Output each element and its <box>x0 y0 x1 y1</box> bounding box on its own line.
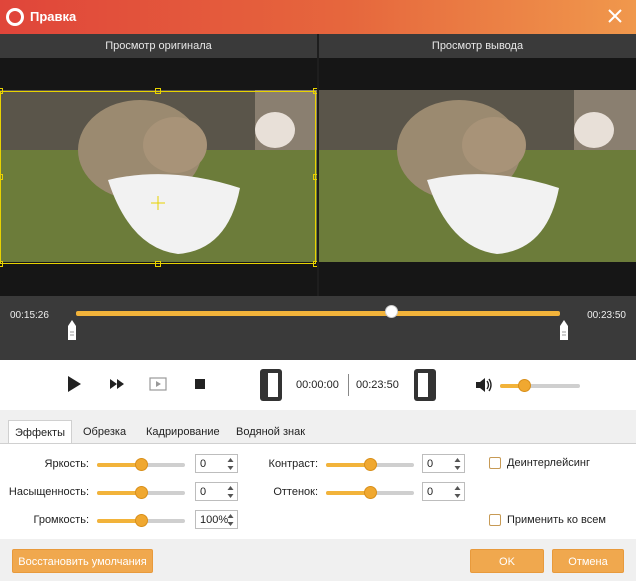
output-preview-header: Просмотр вывода <box>319 34 636 58</box>
tab-trim[interactable]: Обрезка <box>77 420 132 444</box>
clip-time-separator <box>348 374 349 396</box>
ok-button[interactable]: OK <box>470 549 544 573</box>
contrast-slider-knob[interactable] <box>364 458 377 471</box>
playhead-knob[interactable] <box>384 305 398 318</box>
apply-all-checkbox[interactable] <box>489 514 501 526</box>
cancel-button[interactable]: Отмена <box>552 549 624 573</box>
volume-value: 100% <box>200 514 229 526</box>
crop-handle-top-right[interactable] <box>313 88 317 94</box>
hue-spinbox[interactable]: 0 <box>422 482 465 501</box>
apply-all-label: Применить ко всем <box>507 514 606 526</box>
dialog-footer: Восстановить умолчания OK Отмена <box>0 539 636 581</box>
clip-start-time: 00:00:00 <box>296 379 339 391</box>
playback-controls: 00:00:00 00:23:50 <box>0 360 636 410</box>
stop-icon[interactable] <box>190 374 210 394</box>
saturation-slider-knob[interactable] <box>135 486 148 499</box>
close-icon[interactable] <box>606 7 624 25</box>
trim-start-marker[interactable] <box>68 320 76 340</box>
contrast-slider[interactable] <box>326 458 414 471</box>
output-video <box>319 58 636 296</box>
crop-handle-bottom-left[interactable] <box>0 261 3 267</box>
crop-handle-left[interactable] <box>0 174 3 180</box>
speaker-icon[interactable] <box>474 376 494 394</box>
crop-handle-right[interactable] <box>313 174 317 180</box>
output-video-frame <box>319 90 636 262</box>
brightness-slider[interactable] <box>97 458 185 471</box>
restore-defaults-button[interactable]: Восстановить умолчания <box>12 549 153 573</box>
deinterlace-label: Деинтерлейсинг <box>507 457 590 469</box>
brightness-label: Яркость: <box>44 458 89 470</box>
original-video <box>0 58 317 296</box>
fast-forward-icon[interactable] <box>107 374 127 394</box>
volume-slider-knob[interactable] <box>518 379 531 392</box>
clip-end-time: 00:23:50 <box>356 379 399 391</box>
timeline-end-time: 00:23:50 <box>587 310 626 321</box>
title-bar: Правка <box>0 0 636 34</box>
hue-label: Оттенок: <box>273 486 318 498</box>
tab-watermark[interactable]: Водяной знак <box>230 420 311 444</box>
volume-spinbox[interactable]: 100% <box>195 510 238 529</box>
crop-center-crosshair[interactable] <box>151 196 165 210</box>
contrast-spinbox[interactable]: 0 <box>422 454 465 473</box>
contrast-value: 0 <box>427 458 434 470</box>
original-preview-header: Просмотр оригинала <box>0 34 317 58</box>
saturation-label: Насыщенность: <box>8 486 89 498</box>
preview-area: Просмотр оригинала Просмотр вывода <box>0 34 636 296</box>
timeline-track[interactable] <box>76 311 560 316</box>
deinterlace-checkbox[interactable] <box>489 457 501 469</box>
spin-arrows-icon[interactable] <box>454 457 461 471</box>
brightness-slider-knob[interactable] <box>135 458 148 471</box>
tab-crop[interactable]: Кадрирование <box>140 420 226 444</box>
volume-slider[interactable] <box>500 384 580 388</box>
crop-handle-bottom-right[interactable] <box>313 261 317 267</box>
tab-effects[interactable]: Эффекты <box>8 420 73 444</box>
timeline-start-time: 00:15:26 <box>10 310 49 321</box>
hue-slider[interactable] <box>326 486 414 499</box>
crop-handle-top[interactable] <box>155 88 161 94</box>
app-logo-icon <box>6 8 24 26</box>
spin-arrows-icon[interactable] <box>227 513 234 527</box>
spin-arrows-icon[interactable] <box>454 485 461 499</box>
brightness-value: 0 <box>200 458 207 470</box>
tab-bar: Эффекты Обрезка Кадрирование Водяной зна… <box>0 418 636 444</box>
window-title: Правка <box>30 9 77 24</box>
volume-effect-slider-knob[interactable] <box>135 514 148 527</box>
crop-frame[interactable] <box>0 91 316 264</box>
crop-handle-top-left[interactable] <box>0 88 3 94</box>
crop-handle-bottom[interactable] <box>155 261 161 267</box>
set-start-button[interactable] <box>260 369 282 401</box>
effects-panel: Яркость: 0 Насыщенность: 0 Громкость: 10… <box>0 443 636 539</box>
volume-effect-slider[interactable] <box>97 514 185 527</box>
hue-value: 0 <box>427 486 434 498</box>
volume-label: Громкость: <box>33 514 89 526</box>
hue-slider-knob[interactable] <box>364 486 377 499</box>
saturation-value: 0 <box>200 486 207 498</box>
timeline: 00:15:26 00:23:50 <box>0 296 636 360</box>
set-end-button[interactable] <box>414 369 436 401</box>
contrast-label: Контраст: <box>268 458 318 470</box>
play-icon[interactable] <box>64 374 84 394</box>
trim-end-marker[interactable] <box>560 320 568 340</box>
saturation-slider[interactable] <box>97 486 185 499</box>
next-frame-icon[interactable] <box>148 374 168 394</box>
